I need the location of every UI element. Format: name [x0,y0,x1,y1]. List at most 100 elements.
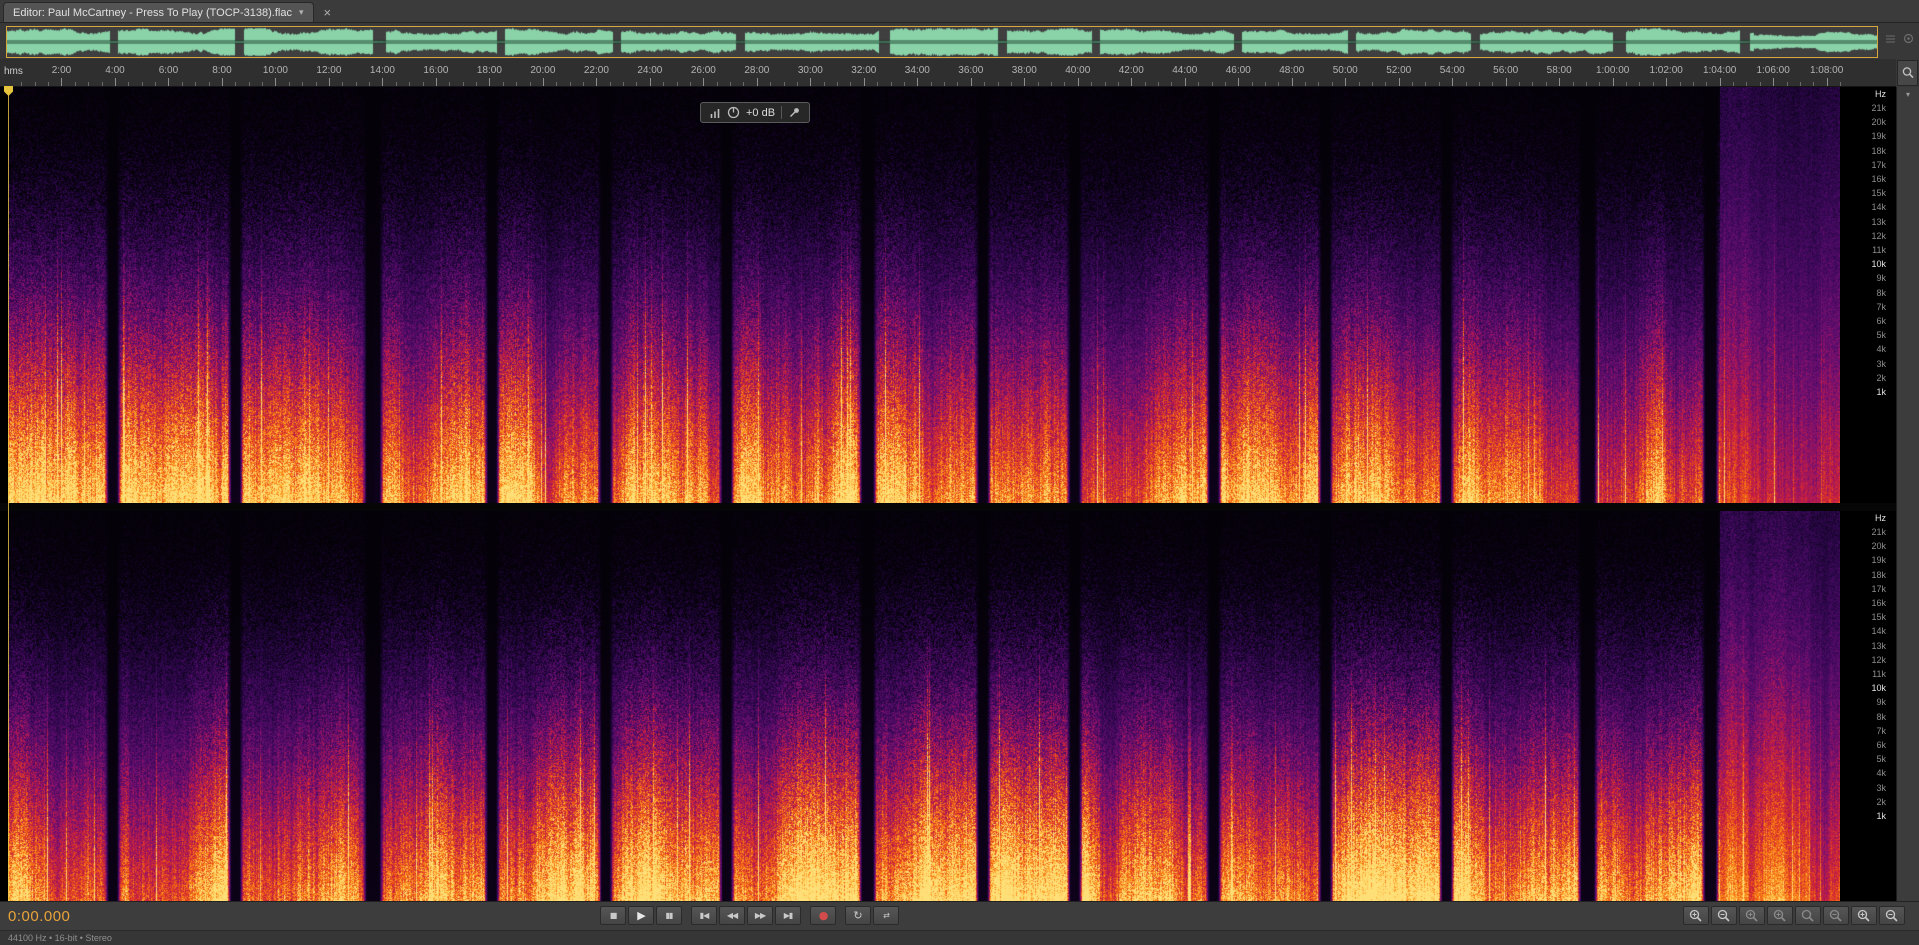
time-display[interactable]: 0:00.000 [8,908,70,925]
timeline-tick [824,82,825,86]
timeline-time-label: 2:00 [52,65,71,76]
timeline-tick [596,78,597,86]
zoom-out-full-button[interactable] [1823,906,1849,925]
timeline-tick [1359,82,1360,86]
frequency-label: 14k [1871,202,1886,212]
timeline-tick [1813,82,1814,86]
frequency-unit-label: Hz [1875,89,1886,99]
timeline-tick [1091,82,1092,86]
timeline-tick [155,82,156,86]
timeline-tick [1733,82,1734,86]
stop-button[interactable]: ■ [600,906,626,925]
timeline-tick [1238,78,1239,86]
zoom-out-vertical-button[interactable] [1879,906,1905,925]
volume-hud[interactable]: +0 dB [700,102,810,123]
skip-to-start-button[interactable]: ▮◀ [691,906,717,925]
overview-waveform[interactable] [7,27,1877,57]
timeline-tick [717,82,718,86]
timeline-tick [1051,82,1052,86]
rewind-button[interactable]: ◀◀ [719,906,745,925]
timeline-ruler[interactable]: hms 2:004:006:008:0010:0012:0014:0016:00… [0,59,1896,87]
volume-value-label[interactable]: +0 dB [746,107,775,119]
editor-file-tab[interactable]: Editor: Paul McCartney - Press To Play (… [3,2,314,22]
pause-button[interactable]: ▮▮ [656,906,682,925]
zoom-to-selection-button[interactable] [1795,906,1821,925]
vertical-scrollbar[interactable]: ▾ [1896,87,1919,901]
timeline-time-label: 34:00 [905,65,930,76]
timeline-tick [1318,82,1319,86]
timeline-time-label: 4:00 [105,65,124,76]
frequency-label: 18k [1871,570,1886,580]
timeline-tick [463,82,464,86]
editor-tab-bar: Editor: Paul McCartney - Press To Play (… [0,0,1919,23]
play-button[interactable]: ▶ [628,906,654,925]
timeline-tick [1626,82,1627,86]
timeline-time-label: 36:00 [958,65,983,76]
timeline-time-label: 54:00 [1440,65,1465,76]
skip-selection-button[interactable]: ⇄ [873,906,899,925]
timeline-tick [1064,82,1065,86]
tab-close-icon[interactable]: × [319,2,337,22]
timeline-tick [770,82,771,86]
tab-title: Editor: Paul McCartney - Press To Play (… [13,7,292,19]
timeline-tick [837,82,838,86]
timeline-tick [1105,82,1106,86]
frequency-scale-right: Hz21k20k19k18k17k16k15k14k13k12k11k10k9k… [1840,511,1896,901]
playhead-line[interactable] [8,87,9,901]
timeline-tick [1372,82,1373,86]
timeline-tick [1773,78,1774,86]
frequency-scale-left: Hz21k20k19k18k17k16k15k14k13k12k11k10k9k… [1840,87,1896,503]
spectrogram-right-channel[interactable] [8,511,1840,901]
timeline-time-label: 14:00 [370,65,395,76]
timeline-tick [423,82,424,86]
frequency-label: 4k [1876,768,1886,778]
skip-to-end-button[interactable]: ▶▮ [775,906,801,925]
zoom-in-at-in-point-button[interactable] [1739,906,1765,925]
timeline-tick [530,82,531,86]
panel-menu-icon[interactable] [1884,32,1897,45]
magnifier-icon [1901,66,1915,80]
zoom-out-time-button[interactable] [1711,906,1737,925]
timeline-time-label: 1:06:00 [1756,65,1789,76]
frequency-label: 21k [1871,103,1886,113]
chevron-down-icon[interactable]: ▾ [1897,90,1919,99]
timeline-tick [21,82,22,86]
zoom-in-time-button[interactable] [1683,906,1709,925]
panel-options-icon[interactable] [1902,32,1915,45]
timeline-tick [570,82,571,86]
timeline-tick [1760,82,1761,86]
timeline-tick [543,78,544,86]
tab-dropdown-icon[interactable]: ▾ [299,7,304,18]
spectrogram-left-channel[interactable] [8,87,1840,503]
timeline-tick [1800,82,1801,86]
timeline-time-label: 16:00 [423,65,448,76]
loop-playback-button[interactable]: ↻ [845,906,871,925]
timeline-time-label: 18:00 [477,65,502,76]
record-button[interactable]: ● [810,906,836,925]
frequency-label: 21k [1871,527,1886,537]
timeline-time-label: 10:00 [263,65,288,76]
waveform-overview-strip[interactable] [6,26,1878,58]
volume-knob-icon[interactable] [727,106,740,119]
frequency-label: 5k [1876,754,1886,764]
timeline-tick [182,82,183,86]
timeline-tick [1265,82,1266,86]
fast-forward-button[interactable]: ▶▶ [747,906,773,925]
transport-controls: ■▶▮▮ ▮◀◀◀▶▶▶▮ ● ↻⇄ [600,906,899,925]
timeline-tick [302,82,303,86]
frequency-label: 12k [1871,655,1886,665]
timeline-tick [1078,78,1079,86]
timeline-tick [1746,82,1747,86]
spectral-display: Hz21k20k19k18k17k16k15k14k13k12k11k10k9k… [0,87,1919,901]
zoom-in-at-out-point-button[interactable] [1767,906,1793,925]
timeline-tick [1599,82,1600,86]
frequency-label: 10k [1871,259,1886,269]
timeline-tick [1680,82,1681,86]
channel-divider [0,503,1896,511]
pin-icon[interactable] [788,106,801,119]
timeline-tick [1452,78,1453,86]
zoom-in-vertical-button[interactable] [1851,906,1877,925]
timeline-zoom-button[interactable] [1897,60,1918,86]
timeline-tick [128,82,129,86]
timeline-tick [342,82,343,86]
